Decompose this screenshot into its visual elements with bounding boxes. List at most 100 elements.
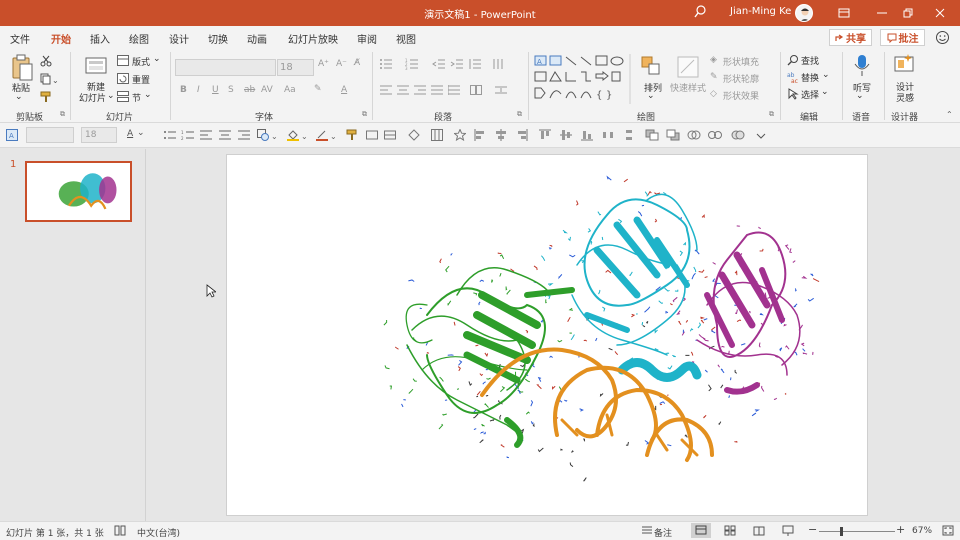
strikethrough-icon[interactable]: ab: [244, 85, 255, 95]
design-ideas-icon[interactable]: [893, 53, 915, 80]
clear-format-icon[interactable]: A̸: [354, 58, 360, 68]
replace-dropdown-icon[interactable]: ⌄: [822, 70, 830, 80]
paragraph-launcher-icon[interactable]: ⧉: [517, 110, 522, 119]
share-button[interactable]: 共享: [829, 29, 872, 46]
find-icon[interactable]: [787, 54, 799, 69]
new-slide-label-2[interactable]: 幻灯片: [79, 91, 106, 104]
toolbar-distribute-h-icon[interactable]: [602, 129, 614, 144]
font-launcher-icon[interactable]: ⧉: [362, 110, 367, 119]
decrease-font-icon[interactable]: A⁻: [336, 59, 347, 69]
toolbar-icon-2[interactable]: [384, 129, 396, 144]
align-left-icon[interactable]: [380, 85, 392, 98]
design-ideas-label-2[interactable]: 灵感: [896, 91, 914, 104]
numbering-icon[interactable]: 123: [405, 58, 419, 73]
select-dropdown-icon[interactable]: ⌄: [821, 87, 829, 97]
reset-button[interactable]: 重置: [132, 73, 150, 86]
select-icon[interactable]: [787, 88, 799, 103]
align-center-icon[interactable]: [397, 85, 409, 98]
toolbar-font-color-dropdown-icon[interactable]: ⌄: [137, 128, 145, 138]
tab-view[interactable]: 视图: [396, 31, 416, 46]
section-dropdown-icon[interactable]: ⌄: [144, 90, 152, 100]
arrange-icon[interactable]: [641, 56, 663, 81]
notes-icon[interactable]: [641, 525, 653, 539]
toolbar-align-bottom-icon[interactable]: [581, 129, 593, 144]
char-spacing-icon[interactable]: AV: [261, 85, 273, 95]
toolbar-outline-icon[interactable]: ⌄: [316, 129, 337, 144]
tab-animations[interactable]: 动画: [247, 31, 267, 46]
toolbar-customize-icon[interactable]: [756, 129, 766, 144]
textbox-icon[interactable]: A: [6, 129, 18, 144]
zoom-out-icon[interactable]: −: [808, 523, 817, 536]
toolbar-align-left-icon[interactable]: [200, 130, 212, 143]
distributed-icon[interactable]: [447, 85, 460, 98]
reset-icon[interactable]: [117, 73, 129, 87]
toolbar-align-middle-icon[interactable]: [560, 129, 572, 144]
fit-to-window-icon[interactable]: [942, 525, 954, 539]
copy-icon[interactable]: ⌄: [40, 73, 59, 88]
select-button[interactable]: 选择: [801, 88, 819, 101]
shape-fill-button[interactable]: 形状填充: [723, 55, 759, 68]
ribbon-display-icon[interactable]: [829, 0, 859, 26]
tab-draw[interactable]: 绘图: [129, 31, 149, 46]
toolbar-bring-forward-icon[interactable]: [645, 129, 659, 144]
find-button[interactable]: 查找: [801, 54, 819, 67]
section-icon[interactable]: [117, 91, 129, 105]
comment-button[interactable]: 批注: [880, 29, 925, 46]
shape-effects-button[interactable]: 形状效果: [723, 89, 759, 102]
accessibility-icon[interactable]: [114, 525, 126, 539]
microphone-icon[interactable]: [853, 54, 871, 81]
toolbar-font-box[interactable]: [26, 127, 74, 143]
toolbar-align-objects-left-icon[interactable]: [474, 129, 486, 144]
font-family-box[interactable]: [175, 59, 276, 76]
toolbar-font-color-icon[interactable]: A: [127, 129, 133, 139]
shadow-icon[interactable]: S: [228, 85, 234, 95]
drawing-launcher-icon[interactable]: ⧉: [769, 110, 774, 119]
toolbar-font-size-box[interactable]: 18: [81, 127, 117, 143]
shape-effects-icon[interactable]: ◇: [710, 89, 717, 99]
tab-slideshow[interactable]: 幻灯片放映: [288, 31, 338, 46]
justify-icon[interactable]: [431, 85, 443, 98]
zoom-level[interactable]: 67%: [912, 526, 932, 536]
text-direction-icon[interactable]: [491, 58, 505, 73]
tab-transitions[interactable]: 切换: [208, 31, 228, 46]
bullets-icon[interactable]: [379, 58, 393, 73]
bold-icon[interactable]: B: [180, 85, 187, 95]
paste-dropdown-icon[interactable]: ⌄: [15, 92, 23, 102]
zoom-in-icon[interactable]: +: [896, 523, 905, 536]
slide-count-status[interactable]: 幻灯片 第 1 张，共 1 张: [6, 526, 104, 539]
collapse-ribbon-icon[interactable]: ⌃: [946, 110, 953, 119]
shapes-gallery-icon[interactable]: A { }: [533, 54, 633, 107]
reading-view-icon[interactable]: [753, 525, 765, 539]
shape-fill-icon[interactable]: ◈: [710, 55, 717, 65]
highlight-icon[interactable]: ✎: [314, 84, 322, 94]
tab-file[interactable]: 文件: [10, 31, 30, 46]
shape-outline-button[interactable]: 形状轮廓: [723, 72, 759, 85]
close-icon[interactable]: [925, 0, 955, 26]
tab-home[interactable]: 开始: [51, 31, 71, 51]
toolbar-ungroup-icon[interactable]: [708, 129, 722, 144]
section-button[interactable]: 节: [132, 91, 141, 104]
toolbar-bullets-icon[interactable]: [163, 130, 177, 143]
user-name[interactable]: Jian-Ming Ke: [730, 6, 791, 17]
slide-canvas[interactable]: [227, 155, 867, 515]
slide-thumbnail[interactable]: [25, 161, 132, 222]
replace-button[interactable]: 替换: [801, 71, 819, 84]
tab-review[interactable]: 审阅: [357, 31, 377, 46]
quick-styles-icon[interactable]: [677, 56, 699, 81]
font-size-box[interactable]: 18: [277, 59, 314, 76]
font-color-icon[interactable]: A: [341, 85, 347, 95]
toolbar-star-icon[interactable]: [453, 128, 467, 144]
toolbar-align-center-icon[interactable]: [219, 130, 231, 143]
toolbar-align-top-icon[interactable]: [539, 129, 551, 144]
normal-view-button[interactable]: [691, 523, 711, 538]
toolbar-fill-icon[interactable]: ⌄: [287, 129, 308, 144]
layout-icon[interactable]: [117, 55, 129, 69]
notes-button[interactable]: 备注: [654, 526, 672, 539]
layout-button[interactable]: 版式: [132, 55, 150, 68]
underline-icon[interactable]: U: [212, 85, 219, 95]
toolbar-icon-3[interactable]: [408, 129, 420, 144]
toolbar-merge-icon[interactable]: [731, 129, 745, 144]
toolbar-align-right-icon[interactable]: [238, 130, 250, 143]
new-slide-dropdown-icon[interactable]: ⌄: [107, 91, 115, 101]
slideshow-icon[interactable]: [782, 525, 794, 539]
